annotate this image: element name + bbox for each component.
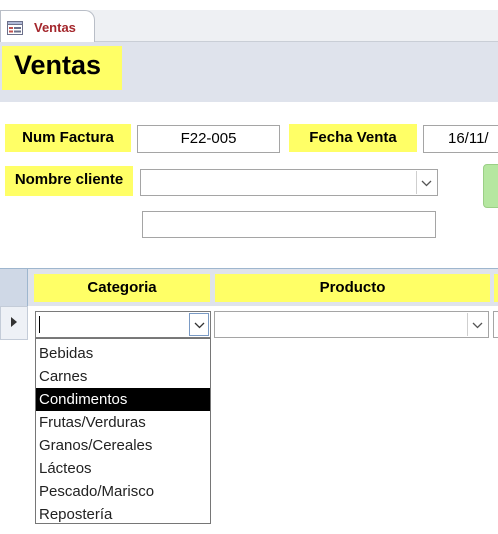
form-header: Ventas: [0, 42, 498, 102]
dropdown-option-highlighted[interactable]: Condimentos: [36, 388, 210, 411]
num-factura-label: Num Factura: [5, 124, 131, 152]
producto-combo[interactable]: [214, 311, 489, 338]
title-box: Ventas: [2, 46, 122, 90]
tab-ventas[interactable]: Ventas: [0, 10, 95, 43]
chevron-down-icon: [472, 312, 483, 338]
column-header-producto: Producto: [215, 274, 490, 302]
page-title: Ventas: [14, 50, 102, 80]
categoria-combo[interactable]: [35, 311, 211, 338]
cliente-detail-field[interactable]: [142, 211, 436, 238]
chevron-down-icon: [194, 312, 205, 338]
categoria-dropdown-button[interactable]: [189, 313, 209, 336]
document-tab-strip: Ventas: [0, 0, 498, 43]
fecha-venta-label: Fecha Venta: [289, 124, 417, 152]
dropdown-option[interactable]: Repostería: [36, 503, 210, 526]
grid-corner: [0, 269, 28, 307]
fecha-venta-field[interactable]: 16/11/: [423, 125, 498, 153]
num-factura-field[interactable]: F22-005: [137, 125, 280, 153]
column-header-extra: [494, 274, 498, 302]
subform-grid-header: Categoria Producto: [0, 268, 498, 307]
dropdown-option[interactable]: Frutas/Verduras: [36, 411, 210, 434]
tab-label: Ventas: [34, 20, 76, 35]
nombre-cliente-combo[interactable]: [140, 169, 438, 196]
producto-dropdown-button[interactable]: [467, 313, 487, 336]
column-header-categoria: Categoria: [34, 274, 210, 302]
dropdown-option[interactable]: Carnes: [36, 365, 210, 388]
nombre-cliente-dropdown-button[interactable]: [416, 171, 436, 194]
text-caret: [39, 316, 40, 333]
form-icon: [7, 21, 23, 35]
dropdown-option[interactable]: Granos/Cereales: [36, 434, 210, 457]
green-action-button[interactable]: [483, 164, 498, 208]
dropdown-option[interactable]: Pescado/Marisco: [36, 480, 210, 503]
chevron-down-icon: [421, 170, 432, 196]
current-record-arrow-icon: [11, 317, 17, 327]
extra-column-field[interactable]: [493, 311, 498, 338]
nombre-cliente-label: Nombre cliente: [5, 166, 133, 196]
categoria-dropdown-list: Bebidas Carnes Condimentos Frutas/Verdur…: [35, 338, 211, 524]
dropdown-option[interactable]: Bebidas: [36, 342, 210, 365]
dropdown-option[interactable]: Lácteos: [36, 457, 210, 480]
record-selector[interactable]: [0, 306, 28, 340]
